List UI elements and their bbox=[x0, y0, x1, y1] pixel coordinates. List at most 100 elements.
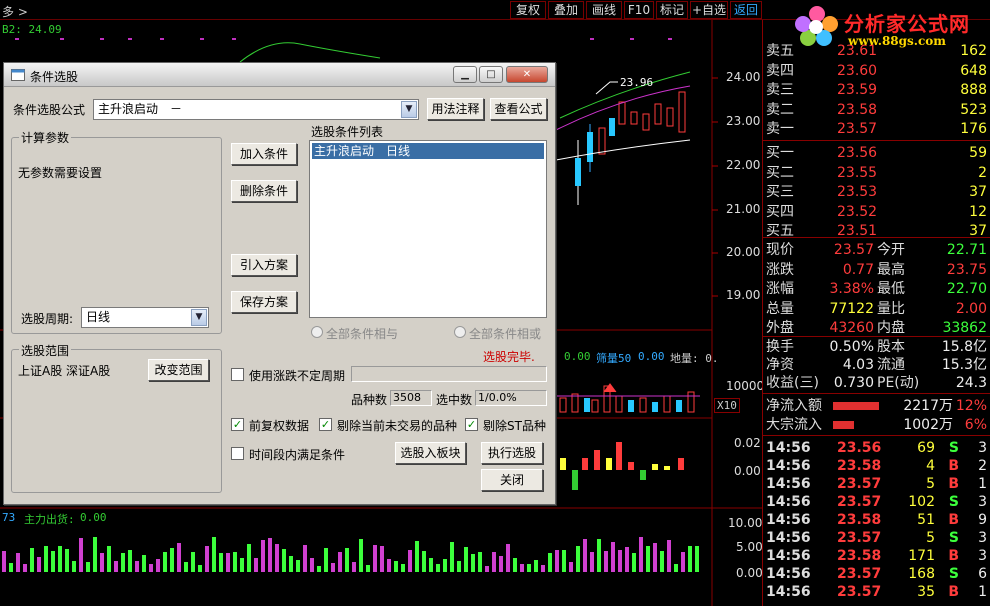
site-logo: 分析家公式网 www.88gs.com bbox=[790, 2, 990, 48]
close-window-button[interactable]: ✕ bbox=[506, 66, 548, 83]
period-select[interactable]: 日线 ▼ bbox=[81, 307, 209, 328]
radio-or[interactable] bbox=[454, 326, 466, 338]
var-period-checkbox[interactable] bbox=[231, 368, 244, 381]
view-formula-button[interactable]: 查看公式 bbox=[490, 98, 547, 120]
flow-bar-mark bbox=[562, 550, 566, 572]
untraded-checkbox[interactable]: ✓ bbox=[319, 418, 332, 431]
minimize-button[interactable]: ▁ bbox=[453, 66, 477, 83]
add-watchlist-button[interactable]: +自选 bbox=[690, 1, 728, 19]
formula-label: 条件选股公式 bbox=[13, 103, 86, 117]
execute-screen-button[interactable]: 执行选股 bbox=[481, 442, 543, 464]
st-checkbox[interactable]: ✓ bbox=[465, 418, 478, 431]
breadcrumb[interactable]: 多 > bbox=[2, 3, 28, 20]
logo-title: 分析家公式网 bbox=[844, 12, 970, 36]
flow-bar-mark bbox=[23, 564, 27, 572]
flow-bar-mark bbox=[513, 558, 517, 572]
maximize-button[interactable]: □ bbox=[479, 66, 503, 83]
condition-list[interactable]: 主升浪启动 日线 bbox=[309, 140, 547, 318]
tick-price: 23.57 bbox=[837, 584, 882, 600]
ask-price: 23.60 bbox=[837, 62, 878, 79]
tick-side: S bbox=[948, 440, 959, 456]
flow-legend-name: 主力出货: bbox=[24, 513, 75, 526]
fund-value: 4.03 bbox=[842, 357, 874, 373]
dialog-titlebar[interactable]: 条件选股 ▁ □ ✕ bbox=[4, 63, 555, 87]
tick-side: S bbox=[948, 566, 959, 582]
flow-row: 净流入额 2217万 12% bbox=[763, 397, 990, 416]
stat-value: 2.00 bbox=[955, 300, 987, 317]
radio-or-label: 全部条件相或 bbox=[469, 327, 542, 341]
draw-line-button[interactable]: 画线 bbox=[586, 1, 622, 19]
save-plan-button[interactable]: 保存方案 bbox=[231, 291, 297, 313]
ind-axis-label: 0.00 bbox=[734, 464, 761, 478]
tick-volume: 51 bbox=[917, 512, 935, 528]
flow-bar-mark bbox=[457, 561, 461, 572]
chevron-down-icon[interactable]: ▼ bbox=[401, 101, 417, 118]
tick-time: 14:56 bbox=[766, 494, 811, 510]
tick-side: B bbox=[948, 512, 959, 528]
radio-and[interactable] bbox=[311, 326, 323, 338]
list-item[interactable]: 主升浪启动 日线 bbox=[312, 143, 544, 159]
delete-condition-button[interactable]: 删除条件 bbox=[231, 180, 297, 202]
stat-key: 总量 bbox=[766, 300, 794, 317]
change-range-button[interactable]: 改变范围 bbox=[148, 359, 209, 381]
add-to-block-button[interactable]: 选股入板块 bbox=[395, 442, 466, 464]
flow-bar-mark bbox=[149, 564, 153, 572]
tick-volume: 5 bbox=[926, 530, 935, 546]
flow-bar-mark bbox=[219, 553, 223, 572]
fund-value: 15.8亿 bbox=[941, 339, 987, 355]
flow-legend-value: 0.00 bbox=[80, 511, 107, 524]
stock-screener-dialog[interactable]: 条件选股 ▁ □ ✕ 条件选股公式 主升浪启动 － ▼ 用法注释 查看公式 计算… bbox=[3, 62, 556, 505]
stat-key: 最低 bbox=[877, 281, 905, 297]
flow-bar-mark bbox=[93, 537, 97, 572]
tick-price: 23.58 bbox=[837, 512, 882, 528]
flow-bar-mark bbox=[443, 559, 447, 572]
flow-bar-mark bbox=[282, 549, 286, 572]
fund-row: 收益(三) 0.730 PE(动) 24.3 bbox=[763, 374, 990, 393]
tick-side: B bbox=[948, 548, 959, 564]
overlay-button[interactable]: 叠加 bbox=[548, 1, 584, 19]
flow-bar-mark bbox=[478, 552, 482, 572]
close-button[interactable]: 关闭 bbox=[481, 469, 543, 491]
tick-time: 14:56 bbox=[766, 530, 811, 546]
f10-button[interactable]: F10 bbox=[624, 1, 654, 19]
flow-bar-mark bbox=[9, 563, 13, 572]
stat-key: 现价 bbox=[766, 242, 794, 258]
tick-row: 14:56 23.56 69 S 3 bbox=[763, 439, 990, 458]
fund-value: 15.3亿 bbox=[941, 357, 987, 373]
flow-bar-mark bbox=[485, 566, 489, 572]
progress-bar bbox=[351, 366, 547, 382]
chevron-down-icon[interactable]: ▼ bbox=[191, 309, 207, 326]
tick-row: 14:56 23.57 35 B 1 bbox=[763, 583, 990, 602]
usage-notes-button[interactable]: 用法注释 bbox=[427, 98, 484, 120]
time-range-checkbox[interactable] bbox=[231, 447, 244, 460]
flow-bar-mark bbox=[506, 544, 510, 572]
b2-label: B2: 24.09 bbox=[2, 23, 62, 36]
tick-time: 14:56 bbox=[766, 512, 811, 528]
adjust-checkbox[interactable]: ✓ bbox=[231, 418, 244, 431]
tick-price: 23.58 bbox=[837, 458, 882, 474]
flow-bar bbox=[833, 421, 854, 429]
status-text: 选股完毕. bbox=[483, 350, 535, 364]
formula-select[interactable]: 主升浪启动 － ▼ bbox=[93, 99, 419, 120]
price-axis-label: 22.00 bbox=[726, 158, 761, 172]
vol-legend-extra: 地量: 0. bbox=[670, 352, 719, 365]
flow-bar-mark bbox=[268, 538, 272, 572]
tick-price: 23.57 bbox=[837, 566, 882, 582]
add-condition-button[interactable]: 加入条件 bbox=[231, 143, 297, 165]
tick-row: 14:56 23.58 4 B 2 bbox=[763, 457, 990, 476]
flow-bar-mark bbox=[541, 565, 545, 572]
stat-row: 涨幅 3.38% 最低 22.70 bbox=[763, 280, 990, 299]
flow-bar-mark bbox=[121, 553, 125, 572]
import-plan-button[interactable]: 引入方案 bbox=[231, 254, 297, 276]
restore-rights-button[interactable]: 复权 bbox=[510, 1, 546, 19]
flow-bar-mark bbox=[527, 564, 531, 572]
flow-bar-mark bbox=[44, 546, 48, 572]
flow-bar-mark bbox=[576, 546, 580, 572]
tick-time: 14:56 bbox=[766, 548, 811, 564]
flow-bar-mark bbox=[114, 561, 118, 572]
count-label: 品种数 bbox=[351, 393, 388, 407]
mark-button[interactable]: 标记 bbox=[656, 1, 688, 19]
bid-volume: 37 bbox=[969, 223, 987, 239]
quote-panel: 卖五 23.61 162 卖四 23.60 648 卖三 23.59 888 卖二 2… bbox=[762, 20, 990, 606]
back-button[interactable]: 返回 bbox=[730, 1, 762, 19]
